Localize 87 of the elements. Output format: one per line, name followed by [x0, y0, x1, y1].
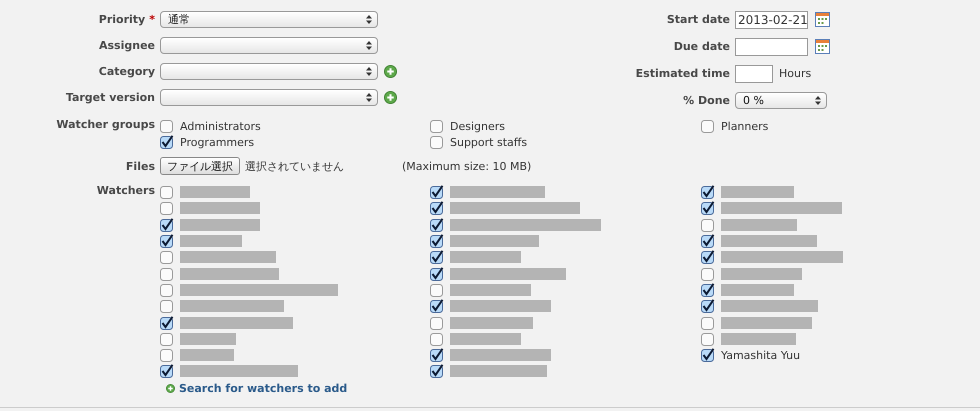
- calendar-icon[interactable]: [815, 12, 830, 27]
- dropdown[interactable]: [160, 88, 378, 106]
- checkbox-label: Support staffs: [450, 136, 528, 148]
- field-label: % Done: [683, 94, 730, 107]
- checkbox[interactable]: [160, 250, 174, 264]
- checkbox[interactable]: [430, 234, 444, 248]
- checkbox[interactable]: [430, 299, 444, 314]
- checkbox[interactable]: [160, 316, 174, 330]
- dropdown[interactable]: 0 %: [735, 92, 827, 109]
- checkbox[interactable]: [430, 348, 444, 362]
- select-arrows-icon: [366, 40, 372, 50]
- redaction-bar: [180, 186, 250, 198]
- dropdown[interactable]: 通常: [160, 10, 378, 28]
- add-icon[interactable]: [384, 90, 397, 104]
- checkbox-label: Administrators: [180, 120, 261, 132]
- checkbox[interactable]: [701, 348, 715, 362]
- checkbox[interactable]: [701, 119, 715, 133]
- field-label: Category: [98, 64, 155, 78]
- checkbox[interactable]: [160, 201, 174, 216]
- checkbox[interactable]: [430, 250, 444, 264]
- select-arrows-icon: [366, 66, 372, 76]
- checkbox[interactable]: [701, 316, 715, 330]
- checkbox-label: Programmers: [180, 136, 254, 148]
- redaction-bar: [180, 332, 236, 345]
- dropdown[interactable]: [160, 36, 378, 54]
- add-icon[interactable]: [166, 384, 175, 393]
- file-status: 選択されていません: [245, 158, 344, 174]
- checkbox[interactable]: [701, 234, 715, 248]
- checkbox[interactable]: [160, 119, 174, 133]
- checkbox[interactable]: [160, 364, 174, 378]
- checkbox[interactable]: [701, 250, 715, 264]
- add-icon[interactable]: [384, 64, 397, 78]
- checkbox[interactable]: [701, 185, 715, 200]
- checkbox[interactable]: [160, 299, 174, 314]
- checkbox[interactable]: [160, 332, 174, 346]
- field-label: Target version: [66, 90, 155, 104]
- checkbox[interactable]: [160, 234, 174, 248]
- choose-file-button[interactable]: ファイル選択: [160, 157, 240, 175]
- field-label: Assignee: [98, 38, 155, 52]
- checkbox[interactable]: [701, 201, 715, 216]
- redaction-bar: [180, 235, 242, 248]
- field-label: Watchers: [96, 184, 155, 199]
- dropdown[interactable]: [160, 62, 378, 80]
- field-label: Files: [126, 160, 155, 172]
- select-arrows-icon: [366, 14, 372, 24]
- checkbox[interactable]: [701, 218, 715, 232]
- checkbox[interactable]: [430, 282, 444, 297]
- checkbox[interactable]: [430, 364, 444, 378]
- checkbox[interactable]: [430, 201, 444, 216]
- redaction-bar: [450, 251, 521, 264]
- date-field[interactable]: [735, 38, 808, 56]
- required-mark: *: [149, 12, 155, 26]
- select-arrows-icon: [366, 92, 372, 102]
- search-watchers-link[interactable]: Search for watchers to add: [179, 382, 348, 395]
- date-field[interactable]: 2013-02-21: [735, 10, 808, 28]
- checkbox[interactable]: [160, 282, 174, 297]
- checkbox[interactable]: [701, 282, 715, 297]
- checkbox[interactable]: [430, 218, 444, 232]
- checkbox[interactable]: [701, 299, 715, 314]
- checkbox[interactable]: [430, 185, 444, 200]
- field-label: Estimated time: [636, 67, 730, 80]
- checkbox[interactable]: [701, 332, 715, 346]
- select-arrows-icon: [815, 96, 821, 105]
- redaction-bar: [450, 332, 521, 345]
- redaction-bar: [180, 349, 234, 362]
- checkbox[interactable]: [160, 218, 174, 232]
- checkbox[interactable]: [430, 135, 444, 149]
- checkbox[interactable]: [160, 348, 174, 362]
- checkbox[interactable]: [701, 266, 715, 281]
- unit-label: Hours: [779, 67, 812, 80]
- checkbox[interactable]: [430, 332, 444, 346]
- checkbox[interactable]: [430, 316, 444, 330]
- max-size-note: (Maximum size: 10 MB): [402, 160, 532, 172]
- checkbox-label: Planners: [721, 120, 768, 132]
- calendar-icon[interactable]: [815, 39, 830, 54]
- checkbox-label: Designers: [450, 120, 505, 132]
- checkbox[interactable]: [430, 266, 444, 281]
- field-label: Watcher groups: [56, 118, 155, 133]
- field-label: Start date: [666, 13, 730, 26]
- checkbox[interactable]: [430, 119, 444, 133]
- hours-field[interactable]: [735, 64, 773, 82]
- field-label: Due date: [674, 40, 730, 53]
- checkbox[interactable]: [160, 266, 174, 281]
- checkbox[interactable]: [160, 135, 174, 149]
- checkbox[interactable]: [160, 185, 174, 200]
- field-label: Priority: [98, 12, 146, 26]
- watcher-name: Yamashita Yuu: [721, 348, 800, 362]
